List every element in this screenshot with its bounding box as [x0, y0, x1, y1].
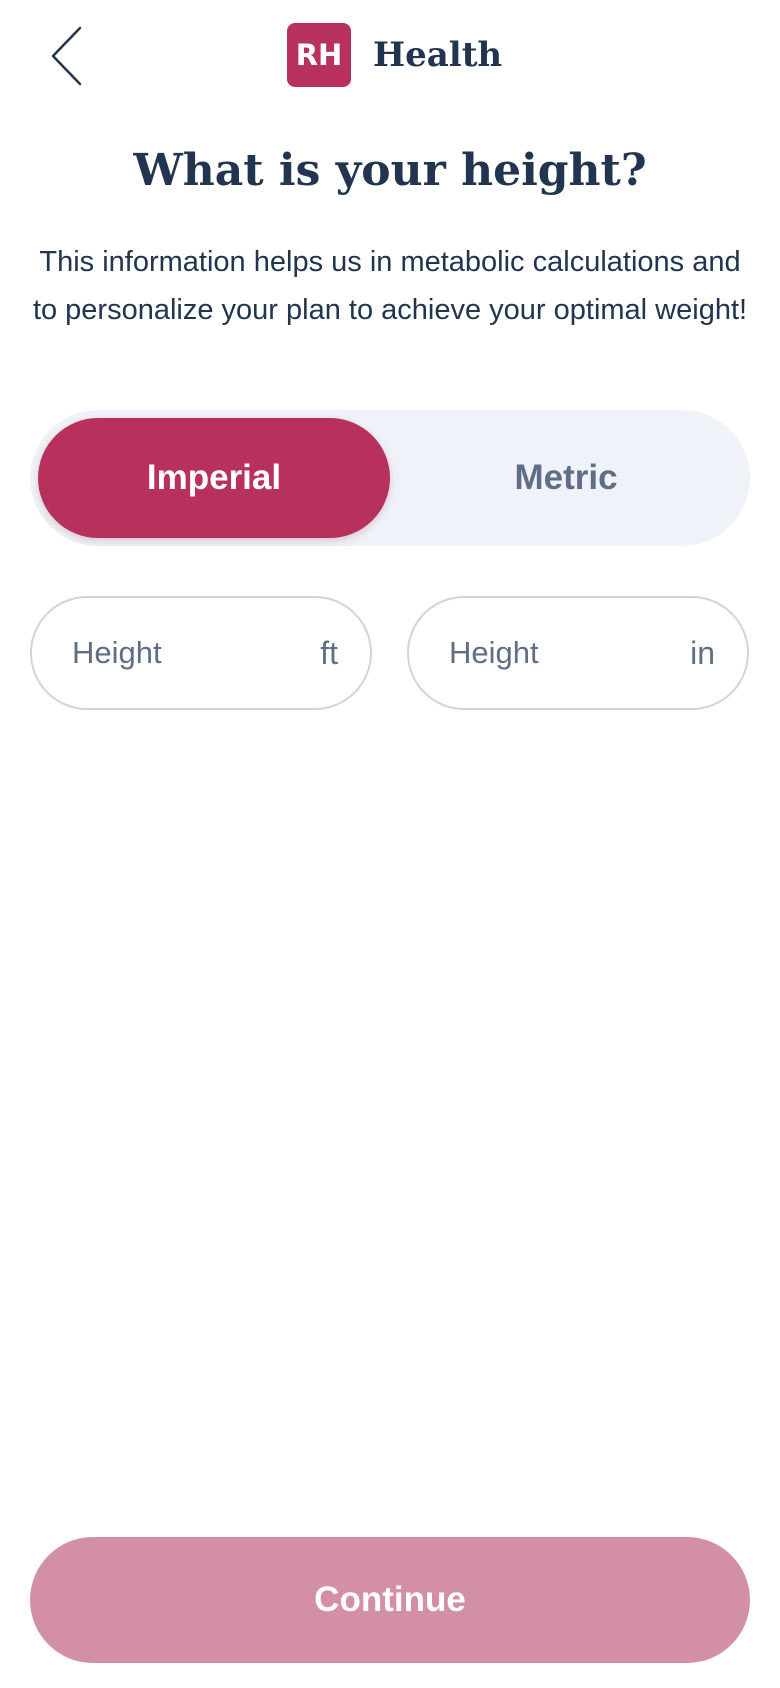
toggle-imperial[interactable]: Imperial	[38, 418, 390, 538]
page-subtitle: This information helps us in metabolic c…	[32, 246, 748, 326]
height-feet-field[interactable]: ft	[30, 596, 372, 710]
height-feet-input[interactable]	[72, 635, 272, 671]
brand-logo-text: RH	[295, 38, 343, 72]
chevron-left-icon	[51, 26, 82, 86]
feet-unit-label: ft	[320, 634, 338, 671]
toggle-metric[interactable]: Metric	[390, 418, 742, 538]
back-button[interactable]	[40, 22, 92, 90]
brand-logo: RH	[287, 23, 351, 87]
continue-button[interactable]: Continue	[30, 1537, 750, 1663]
brand: RH Health	[287, 23, 502, 87]
height-inches-field[interactable]: in	[407, 596, 749, 710]
page-title: What is your height?	[133, 145, 647, 196]
unit-toggle: Imperial Metric	[30, 410, 750, 546]
inches-unit-label: in	[690, 634, 715, 671]
brand-name: Health	[373, 35, 503, 75]
app-header: RH Health	[0, 0, 780, 112]
height-inches-input[interactable]	[449, 635, 649, 671]
